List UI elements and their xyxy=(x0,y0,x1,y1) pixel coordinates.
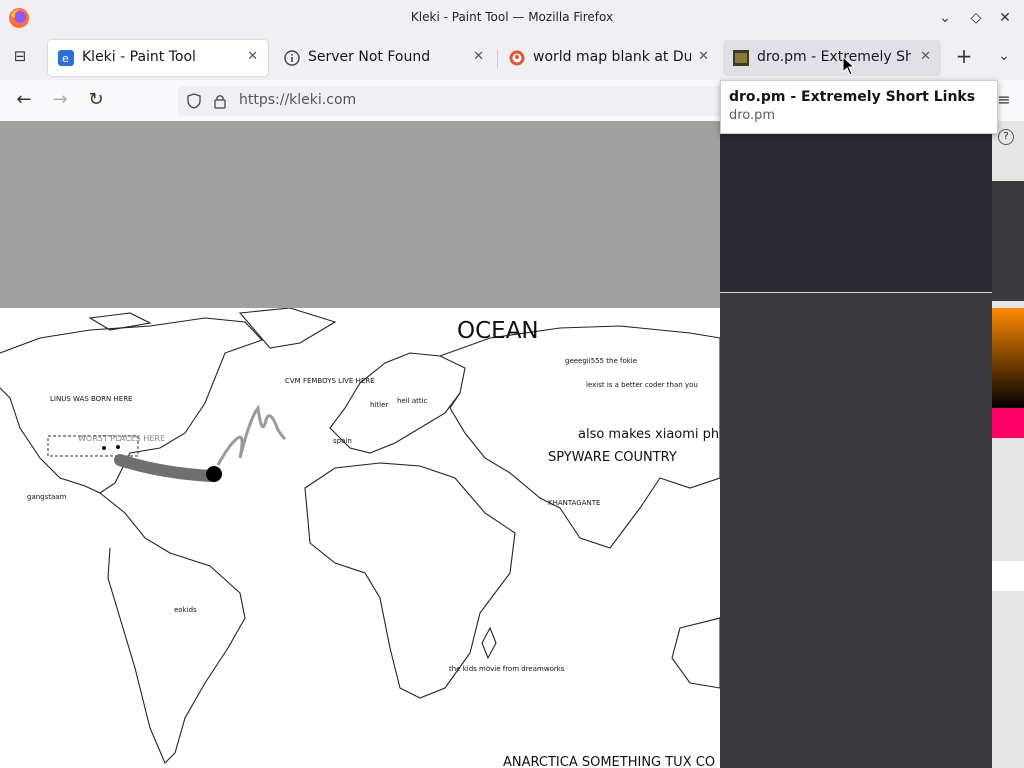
map-label-khantagante: KHANTAGANTE xyxy=(548,499,601,507)
tooltip-title: dro.pm - Extremely Short Links xyxy=(729,89,976,105)
minimize-icon[interactable]: ⌄ xyxy=(936,9,954,27)
tab-preview-image xyxy=(720,133,992,291)
map-label-eokids: eokids xyxy=(174,606,197,614)
divider xyxy=(720,292,992,293)
tab-server-not-found[interactable]: Server Not Found ✕ xyxy=(274,40,494,76)
tooltip-url: dro.pm xyxy=(729,108,776,123)
tab-overview-icon[interactable]: ⊟ xyxy=(9,46,31,68)
close-tab-icon[interactable]: ✕ xyxy=(247,49,258,64)
map-label-worst: WORST PLACES HERE xyxy=(78,434,166,443)
list-all-tabs-icon[interactable]: ⌄ xyxy=(993,46,1015,68)
close-tab-icon[interactable]: ✕ xyxy=(698,49,709,64)
color-swatch[interactable] xyxy=(992,408,1024,438)
map-label-geegi: geeegii555 the fokie xyxy=(565,357,638,365)
tab-label: world map blank at Duck xyxy=(533,49,691,65)
map-label-antarctica: ANARCTICA SOMETHING TUX CO xyxy=(503,755,716,768)
tab-label: dro.pm - Extremely Sho xyxy=(757,49,911,65)
close-tab-icon[interactable]: ✕ xyxy=(473,49,484,64)
help-icon[interactable]: ? xyxy=(998,129,1014,145)
map-label-ocean: OCEAN xyxy=(457,318,539,344)
map-label-also: also makes xiaomi ph xyxy=(578,427,720,442)
kleki-workspace: OCEAN LINUS WAS BORN HERE WORST PLACES H… xyxy=(0,121,1024,768)
shield-icon[interactable] xyxy=(186,93,202,109)
map-label-gangstaam: gangstaam xyxy=(27,493,67,501)
tab-preview-panel xyxy=(720,121,992,768)
tab-label: Server Not Found xyxy=(308,49,431,65)
layer-box[interactable] xyxy=(992,561,1024,591)
new-tab-icon[interactable]: + xyxy=(953,46,975,68)
tab-tooltip: dro.pm - Extremely Short Links dro.pm xyxy=(720,80,998,134)
tab-separator xyxy=(497,50,498,68)
tab-world-map[interactable]: world map blank at Duck ✕ xyxy=(499,40,717,76)
map-label-kids-movie: the kids movie from dreamworks xyxy=(449,665,565,673)
title-bar: Kleki - Paint Tool — Mozilla Firefox ⌄ ◇… xyxy=(0,0,1024,36)
maximize-icon[interactable]: ◇ xyxy=(967,9,985,27)
map-label-spain: spain xyxy=(333,437,352,445)
map-label-linus: LINUS WAS BORN HERE xyxy=(50,395,133,403)
lock-icon[interactable] xyxy=(213,93,227,109)
drawing-canvas[interactable]: OCEAN LINUS WAS BORN HERE WORST PLACES H… xyxy=(0,308,720,768)
close-window-icon[interactable]: ✕ xyxy=(996,9,1014,27)
svg-text:e: e xyxy=(62,52,69,65)
tab-label: Kleki - Paint Tool xyxy=(82,49,196,65)
back-icon[interactable]: ← xyxy=(13,90,35,112)
map-label-cvm: CVM FEMBOYS LIVE HERE xyxy=(285,377,375,385)
map-label-lexist: lexist is a better coder than you xyxy=(586,381,698,389)
tab-kleki[interactable]: e Kleki - Paint Tool ✕ xyxy=(48,40,268,76)
brush-stroke xyxy=(114,454,216,482)
map-label-spyware: SPYWARE COUNTRY xyxy=(548,450,677,465)
tab-strip: ⊟ e Kleki - Paint Tool ✕ Server Not Foun… xyxy=(0,36,1024,80)
forward-icon[interactable]: → xyxy=(49,90,71,112)
url-text: https://kleki.com xyxy=(239,92,357,108)
reload-icon[interactable]: ↻ xyxy=(85,90,107,112)
duckduckgo-favicon-icon xyxy=(509,50,525,66)
map-label-hitler: hitler xyxy=(370,401,389,409)
tool-bar xyxy=(992,181,1024,301)
dropm-favicon-icon xyxy=(733,50,749,66)
close-tab-icon[interactable]: ✕ xyxy=(920,49,931,64)
info-icon xyxy=(284,50,300,66)
map-label-heil: heil attic xyxy=(397,397,428,405)
window-title: Kleki - Paint Tool — Mozilla Firefox xyxy=(410,10,614,24)
tab-dro-pm[interactable]: dro.pm - Extremely Sho ✕ xyxy=(723,40,941,76)
kleki-favicon-icon: e xyxy=(58,50,74,66)
kleki-tool-panel: ? xyxy=(992,121,1024,768)
color-gradient-slider[interactable] xyxy=(992,308,1024,408)
mouse-cursor-icon xyxy=(842,56,856,76)
